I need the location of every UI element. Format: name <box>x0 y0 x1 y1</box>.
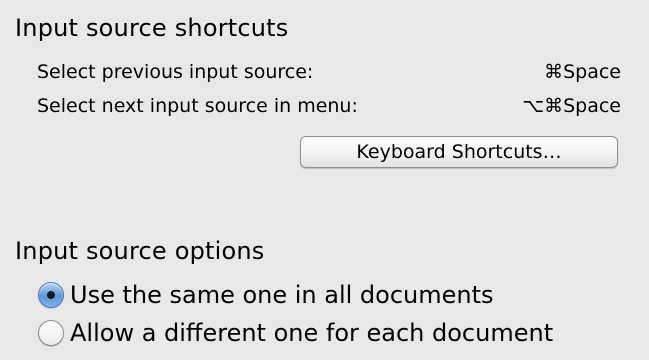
radio-label[interactable]: Use the same one in all documents <box>70 281 494 309</box>
shortcut-label: Select next input source in menu: <box>37 95 358 117</box>
keyboard-shortcuts-button[interactable]: Keyboard Shortcuts… <box>300 136 618 168</box>
radio-button-unselected[interactable] <box>38 320 64 346</box>
radio-button-selected[interactable] <box>38 282 64 308</box>
radio-option-different[interactable]: Allow a different one for each document <box>38 316 553 350</box>
input-source-options-title: Input source options <box>15 237 265 265</box>
shortcut-row-next: Select next input source in menu: ⌥⌘Spac… <box>37 95 621 123</box>
shortcut-row-previous: Select previous input source: ⌘Space <box>37 61 621 89</box>
shortcut-key: ⌥⌘Space <box>522 95 621 117</box>
radio-label[interactable]: Allow a different one for each document <box>70 319 553 347</box>
input-source-shortcuts-title: Input source shortcuts <box>15 14 289 42</box>
shortcut-label: Select previous input source: <box>37 61 314 83</box>
radio-dot-icon <box>47 291 55 299</box>
shortcut-key: ⌘Space <box>544 61 621 83</box>
radio-option-same[interactable]: Use the same one in all documents <box>38 278 494 312</box>
